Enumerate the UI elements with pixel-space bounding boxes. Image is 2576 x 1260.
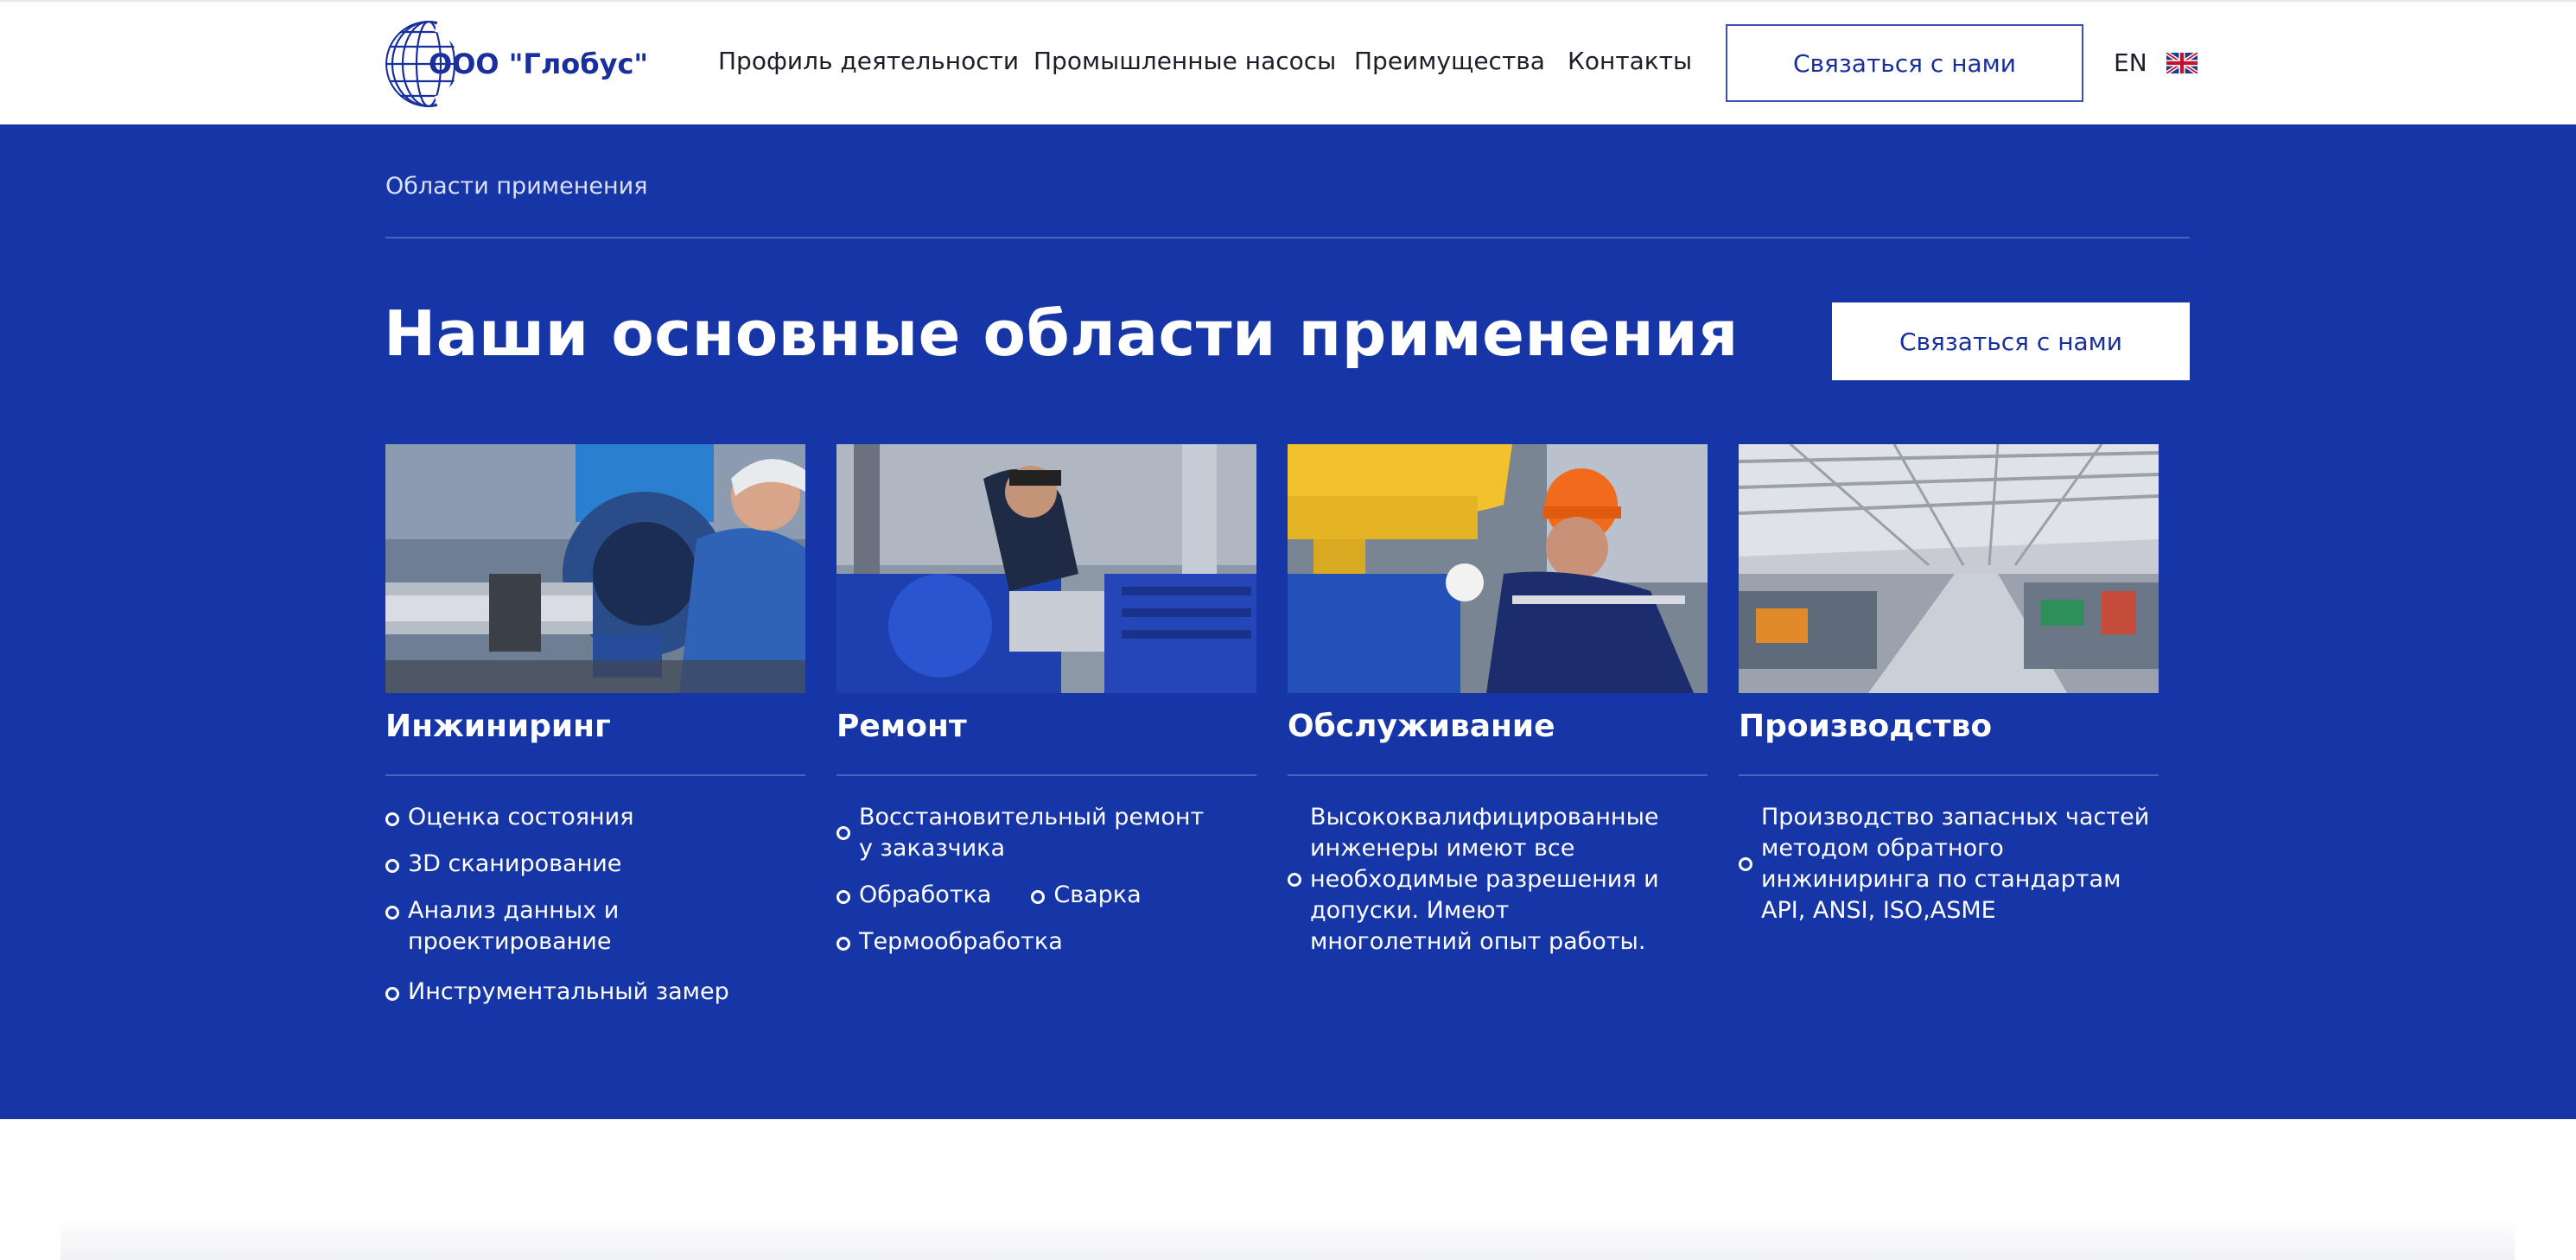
list-item: Анализ данных и проектирование xyxy=(385,895,805,958)
list-item: Оценка состояния xyxy=(385,802,805,833)
card-title: Инжиниринг xyxy=(385,709,611,744)
worker-orange-helmet-image xyxy=(1288,444,1708,693)
applications-section: Области применения Наши основные области… xyxy=(0,124,2576,1119)
nav-item-contacts[interactable]: Контакты xyxy=(1568,47,1692,75)
language-label: EN xyxy=(2114,48,2147,77)
language-switcher[interactable]: EN xyxy=(2114,48,2198,77)
factory-hall-image xyxy=(1739,444,2159,693)
breadcrumb[interactable]: Области применения xyxy=(385,173,647,200)
card-divider xyxy=(1288,774,1708,776)
list-row: Обработка Сварка xyxy=(836,880,1256,926)
card-repair: Ремонт Восстановительный ремонт у заказч… xyxy=(836,444,1256,973)
list-item: 3D сканирование xyxy=(385,849,805,880)
nav-item-pumps[interactable]: Промышленные насосы xyxy=(1034,47,1336,75)
card-service: Обслуживание Высококвалифицированные инж… xyxy=(1288,444,1708,973)
bullet-list: Высококвалифицированные инженеры имеют в… xyxy=(1288,802,1708,958)
nav-item-advantages[interactable]: Преимущества xyxy=(1354,47,1545,75)
bullet-list: Оценка состояния 3D сканирование Анализ … xyxy=(385,802,805,1008)
card-production: Производство Производство запасных часте… xyxy=(1739,444,2159,942)
site-header: ООО "Глобус" Профиль деятельности Промыш… xyxy=(0,0,2576,124)
card-title: Ремонт xyxy=(836,709,967,744)
card-image-service xyxy=(1288,444,1708,693)
list-item: Высококвалифицированные инженеры имеют в… xyxy=(1288,802,1664,958)
card-image-repair xyxy=(836,444,1256,693)
header-contact-button[interactable]: Связаться с нами xyxy=(1726,24,2083,102)
bullet-list: Восстановительный ремонт у заказчика Обр… xyxy=(836,802,1256,958)
nav-item-profile[interactable]: Профиль деятельности xyxy=(718,47,1019,75)
card-divider xyxy=(385,774,805,776)
uk-flag-icon xyxy=(2166,52,2198,73)
card-title: Обслуживание xyxy=(1288,709,1555,744)
technician-repairing-pump-image xyxy=(836,444,1256,693)
logo[interactable]: ООО "Глобус" xyxy=(384,18,648,110)
page-title: Наши основные области применения xyxy=(384,297,1739,370)
list-item: Восстановительный ремонт у заказчика xyxy=(836,802,1205,864)
hero-contact-button[interactable]: Связаться с нами xyxy=(1832,302,2190,380)
card-divider xyxy=(836,774,1256,776)
card-divider xyxy=(1739,774,2159,776)
list-item: Обработка xyxy=(836,880,991,911)
card-image-engineering xyxy=(385,444,805,693)
company-name: ООО "Глобус" xyxy=(429,48,649,80)
card-image-production xyxy=(1739,444,2159,693)
list-item: Инструментальный замер xyxy=(385,977,805,1008)
next-section-edge xyxy=(60,1219,2515,1260)
list-item: Производство запасных частей методом обр… xyxy=(1739,802,2167,926)
section-divider xyxy=(385,237,2190,239)
card-title: Производство xyxy=(1739,709,1993,744)
bullet-list: Производство запасных частей методом обр… xyxy=(1739,802,2159,926)
engineer-laser-alignment-image xyxy=(385,444,805,693)
list-item: Термообработка xyxy=(836,926,1256,958)
card-engineering: Инжиниринг Оценка состояния 3D сканирова… xyxy=(385,444,805,1023)
list-item: Сварка xyxy=(1031,880,1142,911)
